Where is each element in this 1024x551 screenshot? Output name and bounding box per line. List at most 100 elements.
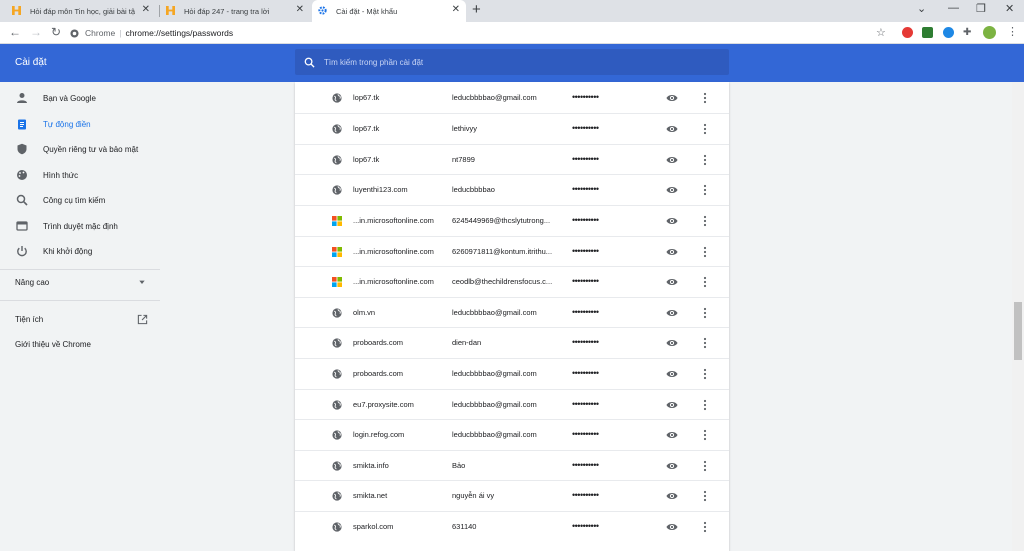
password-row: login.refog.com leducbbbbao@gmail.com ••••… xyxy=(295,419,729,450)
show-password-eye-icon[interactable] xyxy=(666,277,678,287)
password-row: olm.vn leducbbbbao@gmail.com •••••••••• xyxy=(295,296,729,328)
more-actions-icon[interactable] xyxy=(701,154,709,166)
palette-icon xyxy=(17,170,27,180)
sidebar-item-about-chrome[interactable]: Giới thiệu về Chrome xyxy=(0,332,160,356)
sidebar-item-advanced[interactable]: Nâng cao xyxy=(0,270,160,294)
back-button[interactable]: ← xyxy=(9,25,21,39)
tab-hoidap-tinhoc[interactable]: Hỏi đáp môn Tin học, giải bài tậ ✕ xyxy=(6,0,156,22)
profile-avatar[interactable] xyxy=(983,26,996,39)
forward-button[interactable]: → xyxy=(30,25,42,39)
password-masked: •••••••••• xyxy=(572,337,599,348)
tab-search-icon[interactable]: ⌄ xyxy=(917,2,926,15)
more-actions-icon[interactable] xyxy=(701,246,709,258)
show-password-eye-icon[interactable] xyxy=(666,400,678,410)
sidebar-item-you-and-google[interactable]: Bạn và Google xyxy=(0,86,160,110)
sidebar-item-extensions[interactable]: Tiện ích xyxy=(0,307,160,331)
password-masked: •••••••••• xyxy=(572,398,599,409)
more-actions-icon[interactable] xyxy=(701,184,709,196)
more-actions-icon[interactable] xyxy=(701,429,709,441)
show-password-eye-icon[interactable] xyxy=(666,430,678,440)
extension-green-icon[interactable] xyxy=(922,27,933,38)
more-actions-icon[interactable] xyxy=(701,399,709,411)
globe-icon xyxy=(332,155,342,165)
show-password-eye-icon[interactable] xyxy=(666,185,678,195)
saved-passwords-list: lop67.tk leducbbbbao@gmail.com •••••••••• l… xyxy=(295,82,729,551)
scrollbar-thumb[interactable] xyxy=(1014,302,1022,360)
show-password-eye-icon[interactable] xyxy=(666,461,678,471)
sidebar-item-autofill[interactable]: Tự động điền xyxy=(0,112,160,136)
show-password-eye-icon[interactable] xyxy=(666,338,678,348)
password-username: 6245449969@thcslytutrong... xyxy=(452,215,551,225)
more-actions-icon[interactable] xyxy=(701,215,709,227)
sidebar-item-on-startup[interactable]: Khi khởi động xyxy=(0,239,160,263)
settings-sidebar: Bạn và Google Tự động điền Quyền riêng t… xyxy=(0,82,160,551)
show-password-eye-icon[interactable] xyxy=(666,93,678,103)
show-password-eye-icon[interactable] xyxy=(666,522,678,532)
bookmark-star-icon[interactable]: ☆ xyxy=(876,26,886,39)
microsoft-icon xyxy=(332,277,342,288)
close-tab-icon[interactable]: ✕ xyxy=(142,4,150,15)
password-row: ...in.microsoftonline.com 6245449969@thcs… xyxy=(295,204,729,236)
show-password-eye-icon[interactable] xyxy=(666,491,678,501)
show-password-eye-icon[interactable] xyxy=(666,155,678,165)
password-masked: •••••••••• xyxy=(572,459,599,470)
more-actions-icon[interactable] xyxy=(701,460,709,472)
show-password-eye-icon[interactable] xyxy=(666,124,678,134)
sidebar-item-default-browser[interactable]: Trình duyệt mặc định xyxy=(0,214,160,238)
shield-icon xyxy=(17,143,27,155)
sidebar-item-search-engine[interactable]: Công cụ tìm kiếm xyxy=(0,188,160,212)
close-tab-icon[interactable]: ✕ xyxy=(452,4,460,15)
more-actions-icon[interactable] xyxy=(701,307,709,319)
more-actions-icon[interactable] xyxy=(701,337,709,349)
menu-kebab-icon[interactable]: ⋮ xyxy=(1007,25,1018,38)
password-masked: •••••••••• xyxy=(572,276,599,287)
password-row: ...in.microsoftonline.com 6260971811@kont… xyxy=(295,235,729,267)
globe-icon xyxy=(332,308,342,318)
close-tab-icon[interactable]: ✕ xyxy=(296,4,304,15)
globe-icon xyxy=(332,124,342,134)
show-password-eye-icon[interactable] xyxy=(666,247,678,257)
tab-settings-passwords[interactable]: Cài đặt - Mật khẩu ✕ xyxy=(312,0,466,22)
password-row: lop67.tk leducbbbbao@gmail.com •••••••••• xyxy=(295,83,729,114)
password-username: leducbbbbao@gmail.com xyxy=(452,430,537,440)
globe-icon xyxy=(332,369,342,379)
clipboard-icon xyxy=(18,119,26,130)
search-icon xyxy=(16,194,28,206)
more-actions-icon[interactable] xyxy=(701,490,709,502)
sidebar-item-privacy[interactable]: Quyền riêng tư và bảo mật xyxy=(0,137,160,161)
more-actions-icon[interactable] xyxy=(701,92,709,104)
password-row: proboards.com dien-dan •••••••••• xyxy=(295,327,729,358)
show-password-eye-icon[interactable] xyxy=(666,216,678,226)
password-row: eu7.proxysite.com leducbbbbao@gmail.com ••… xyxy=(295,388,729,420)
password-site: luyenthi123.com xyxy=(353,185,408,195)
sidebar-item-label: Hình thức xyxy=(43,170,79,180)
settings-search-input[interactable]: Tìm kiếm trong phần cài đặt xyxy=(295,49,729,75)
password-site: olm.vn xyxy=(353,307,376,317)
password-username: nt7899 xyxy=(452,154,475,164)
password-username: leducbbbbao@gmail.com xyxy=(452,92,537,102)
password-username: ceodlb@thechildrensfocus.c... xyxy=(452,277,553,287)
address-bar[interactable]: Chrome | chrome://settings/passwords xyxy=(70,25,233,41)
adblock-extension-icon[interactable] xyxy=(902,27,913,38)
search-icon xyxy=(304,57,315,68)
new-tab-button[interactable]: + xyxy=(472,1,481,18)
close-window-button[interactable]: ✕ xyxy=(1005,2,1014,15)
password-masked: •••••••••• xyxy=(572,214,599,225)
show-password-eye-icon[interactable] xyxy=(666,308,678,318)
show-password-eye-icon[interactable] xyxy=(666,369,678,379)
reload-button[interactable]: ↻ xyxy=(51,25,61,39)
password-site: lop67.tk xyxy=(353,92,380,102)
sidebar-item-appearance[interactable]: Hình thức xyxy=(0,163,160,187)
more-actions-icon[interactable] xyxy=(701,123,709,135)
url-text: chrome://settings/passwords xyxy=(125,28,234,38)
password-site: smikta.net xyxy=(353,491,388,501)
tab-hoidap247[interactable]: Hỏi đáp 247 - trang tra lời ✕ xyxy=(160,0,310,22)
minimize-button[interactable]: — xyxy=(948,2,959,14)
hoidap-favicon-icon xyxy=(166,6,175,15)
restore-button[interactable]: ❐ xyxy=(976,2,986,15)
more-actions-icon[interactable] xyxy=(701,276,709,288)
more-actions-icon[interactable] xyxy=(701,368,709,380)
more-actions-icon[interactable] xyxy=(701,521,709,533)
extension-blue-icon[interactable] xyxy=(943,27,954,38)
extensions-puzzle-icon[interactable]: ✚ xyxy=(963,27,971,38)
